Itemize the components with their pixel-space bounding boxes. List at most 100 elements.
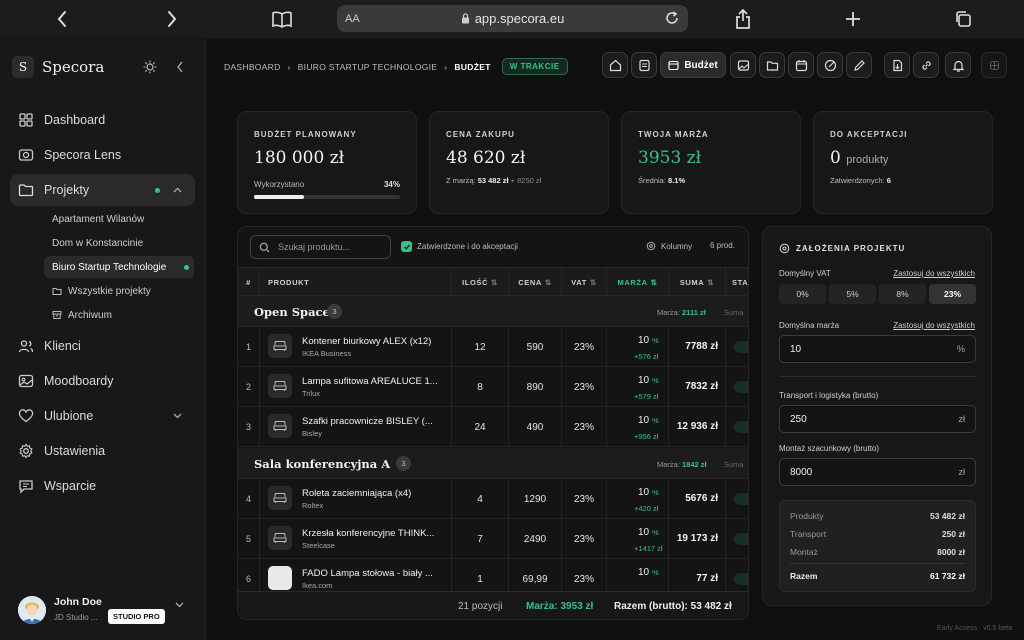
table-row[interactable]: 3 Szafki pracownicze BISLEY (... Bisley 24 4… xyxy=(238,407,748,447)
status-pill[interactable] xyxy=(734,341,748,353)
nav-dashboard[interactable]: Dashboard xyxy=(10,104,195,136)
export-button[interactable] xyxy=(884,52,910,78)
col-vat[interactable]: VAT ⇅ xyxy=(562,268,607,297)
project-apartament-wilanow[interactable]: Apartament Wilanów xyxy=(44,208,194,230)
assembly-input[interactable]: 8000 zł xyxy=(779,458,976,486)
transport-input[interactable]: 250 zł xyxy=(779,405,976,433)
margin-cell[interactable] xyxy=(607,367,669,407)
collapse-sidebar-icon[interactable] xyxy=(171,58,189,76)
col-qty[interactable]: ILOŚĆ ⇅ xyxy=(452,268,509,297)
forward-icon[interactable] xyxy=(160,7,184,31)
home-button[interactable] xyxy=(602,52,628,78)
nav-ustawienia[interactable]: Ustawienia xyxy=(10,435,195,467)
gallery-button[interactable] xyxy=(730,52,756,78)
approval-unit: produkty xyxy=(846,154,889,166)
price-cell[interactable]: 490 xyxy=(509,407,562,447)
status-pill[interactable] xyxy=(734,533,748,545)
project-biuro-startup[interactable]: Biuro Startup Technologie xyxy=(44,256,194,278)
archive[interactable]: Archiwum xyxy=(44,304,194,326)
col-margin-label: MARŻA xyxy=(617,278,648,287)
col-price[interactable]: CENA ⇅ xyxy=(509,268,562,297)
apply-vat-all-link[interactable]: Zastosuj do wszystkich xyxy=(893,269,975,278)
footer-margin: Marża: 3953 zł xyxy=(526,601,594,612)
back-icon[interactable] xyxy=(50,7,74,31)
book-icon[interactable] xyxy=(270,7,294,31)
search-input[interactable]: Szukaj produktu... xyxy=(250,235,391,259)
vat-cell[interactable]: 23% xyxy=(562,367,607,407)
breadcrumb-dashboard[interactable]: DASHBOARD xyxy=(224,62,281,72)
calendar-button[interactable] xyxy=(788,52,814,78)
group-header[interactable]: Sala konferencyjna A 3 Marża: 1842 zł Suma xyxy=(238,448,748,479)
brand-name: Specora xyxy=(42,58,105,76)
chevron-down-icon[interactable] xyxy=(173,413,182,419)
chevron-down-icon[interactable] xyxy=(175,602,184,608)
price-cell[interactable]: 1290 xyxy=(509,479,562,519)
col-product[interactable]: PRODUKT xyxy=(260,268,452,297)
logo[interactable]: S Specora xyxy=(12,56,104,78)
vat-option-23[interactable]: 23% xyxy=(929,284,976,304)
files-button[interactable] xyxy=(759,52,785,78)
user-profile[interactable]: John Doe JD Studio ... STUDIO PRO xyxy=(18,594,193,630)
col-margin[interactable]: MARŻA ⇅ xyxy=(607,268,669,297)
nav-projekty[interactable]: Projekty xyxy=(10,174,195,206)
nav-ulubione[interactable]: Ulubione xyxy=(10,400,195,432)
edit-button[interactable] xyxy=(846,52,872,78)
apply-margin-all-link[interactable]: Zastosuj do wszystkich xyxy=(893,321,975,330)
chevron-up-icon[interactable] xyxy=(173,187,182,193)
nav-wsparcie[interactable]: Wsparcie xyxy=(10,470,195,502)
col-status[interactable]: STA xyxy=(732,268,748,297)
table-row[interactable]: 4 Roleta zaciemniająca (x4) Roltex 4 1290 23%… xyxy=(238,479,748,519)
status-pill[interactable] xyxy=(734,381,748,393)
table-row[interactable]: 2 Lampa sufitowa AREALUCE 1... Trilux 8 890 2… xyxy=(238,367,748,407)
price-cell[interactable]: 2490 xyxy=(509,519,562,559)
nav-moodboardy[interactable]: Moodboardy xyxy=(10,365,195,397)
share-icon[interactable] xyxy=(731,7,755,31)
col-sum[interactable]: SUMA ⇅ xyxy=(669,268,726,297)
table-row[interactable]: 1 Kontener biurkowy ALEX (x12) IKEA Busine… xyxy=(238,327,748,367)
vat-cell[interactable]: 23% xyxy=(562,479,607,519)
status-pill[interactable] xyxy=(734,573,748,585)
tabs-overview-icon[interactable] xyxy=(951,7,975,31)
purchase-value: 48 620 zł xyxy=(446,148,526,168)
quantity-cell[interactable]: 7 xyxy=(452,519,509,559)
share-link-button[interactable] xyxy=(913,52,939,78)
vat-option-5[interactable]: 5% xyxy=(829,284,876,304)
quantity-cell[interactable]: 12 xyxy=(452,327,509,367)
quantity-cell[interactable]: 4 xyxy=(452,479,509,519)
quantity-cell[interactable]: 24 xyxy=(452,407,509,447)
price-cell[interactable]: 890 xyxy=(509,367,562,407)
theme-toggle-icon[interactable] xyxy=(141,58,159,76)
nav-klienci[interactable]: Klienci xyxy=(10,330,195,362)
margin-cell[interactable] xyxy=(607,407,669,447)
tab-budzet[interactable]: Budżet xyxy=(660,52,726,78)
notes-button[interactable] xyxy=(631,52,657,78)
all-projects[interactable]: Wszystkie projekty xyxy=(44,280,194,302)
status-pill[interactable] xyxy=(734,493,748,505)
apps-button[interactable] xyxy=(981,52,1007,78)
vat-cell[interactable]: 23% xyxy=(562,519,607,559)
price-cell[interactable]: 590 xyxy=(509,327,562,367)
address-bar[interactable]: AA app.specora.eu xyxy=(337,5,688,32)
columns-button[interactable]: Kolumny xyxy=(646,241,692,251)
vat-option-8[interactable]: 8% xyxy=(879,284,926,304)
notifications-button[interactable] xyxy=(945,52,971,78)
margin-cell[interactable] xyxy=(607,479,669,519)
default-margin-input[interactable]: 10 % xyxy=(779,335,976,363)
status-pill[interactable] xyxy=(734,421,748,433)
reload-icon[interactable] xyxy=(664,10,680,26)
text-size-button[interactable]: AA xyxy=(345,13,360,25)
vat-cell[interactable]: 23% xyxy=(562,407,607,447)
quantity-cell[interactable]: 8 xyxy=(452,367,509,407)
nav-specora-lens[interactable]: Specora Lens xyxy=(10,139,195,171)
breadcrumb-project[interactable]: BIURO STARTUP TECHNOLOGIE xyxy=(298,62,438,72)
project-dom-konstancin[interactable]: Dom w Konstancinie xyxy=(44,232,194,254)
margin-cell[interactable] xyxy=(607,327,669,367)
vat-cell[interactable]: 23% xyxy=(562,327,607,367)
new-tab-icon[interactable] xyxy=(841,7,865,31)
vat-option-0[interactable]: 0% xyxy=(779,284,826,304)
group-header[interactable]: Open Space 3 Marża: 2111 zł Suma xyxy=(238,296,748,327)
sketch-button[interactable] xyxy=(817,52,843,78)
table-row[interactable]: 5 Krzesła konferencyjne THINK... Steelcase… xyxy=(238,519,748,559)
margin-cell[interactable] xyxy=(607,519,669,559)
approved-filter-checkbox[interactable]: Zatwierdzone i do akceptacji xyxy=(401,241,518,252)
